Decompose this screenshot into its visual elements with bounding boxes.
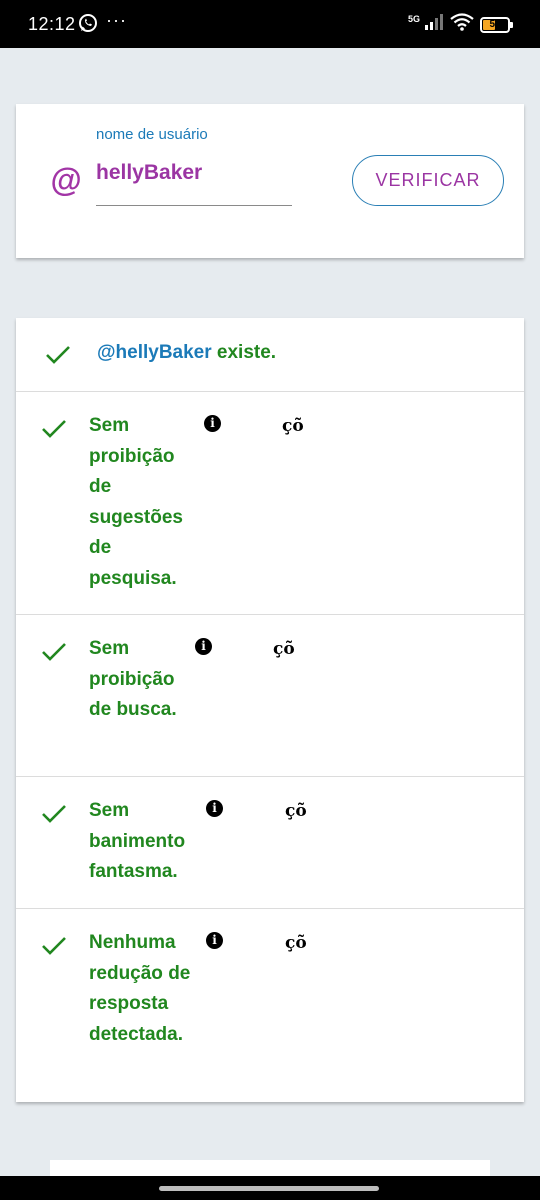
username-input[interactable]: hellyBaker (96, 161, 202, 185)
info-icon[interactable]: i (206, 800, 223, 817)
username-card: @ nome de usuário hellyBaker VERIFICAR (16, 104, 524, 258)
info-icon[interactable]: i (195, 638, 212, 655)
garbled-glyph: çõ (285, 801, 307, 821)
result-row-search-ban: Sem proibição de busca. i çõ (16, 614, 524, 777)
result-row-reply-deboost: Nenhuma redução de resposta detectada. i… (16, 908, 524, 1102)
result-text: Sem proibição de busca. (89, 638, 177, 720)
verify-button[interactable]: VERIFICAR (352, 155, 504, 206)
check-icon (46, 346, 70, 364)
at-icon: @ (50, 162, 82, 198)
result-text-exists: @hellyBaker existe. (97, 342, 277, 363)
check-icon (42, 420, 66, 438)
more-notifications-icon: ··· (106, 10, 127, 30)
result-text: Nenhuma redução de resposta detectada. (89, 932, 191, 1045)
check-icon (42, 643, 66, 661)
info-icon[interactable]: i (206, 932, 223, 949)
check-icon (42, 805, 66, 823)
signal-icon (424, 14, 444, 35)
info-icon[interactable]: i (204, 415, 221, 432)
result-text: Sem banimento fantasma. (89, 800, 186, 882)
whatsapp-icon (78, 13, 98, 38)
status-time: 12:12 (28, 14, 76, 34)
garbled-glyph: çõ (282, 416, 304, 436)
result-text: Sem proibição de sugestões de pesquisa. (89, 415, 183, 589)
result-row-exists: @hellyBaker existe. (16, 318, 524, 392)
battery-icon: 50 (480, 16, 513, 33)
results-card: @hellyBaker existe. Sem proibição de sug… (16, 318, 524, 1102)
navigation-bar (0, 1176, 540, 1200)
home-gesture-handle[interactable] (159, 1186, 379, 1191)
result-row-suggestion-ban: Sem proibição de sugestões de pesquisa. … (16, 391, 524, 615)
garbled-glyph: çõ (273, 639, 295, 659)
garbled-glyph: çõ (285, 933, 307, 953)
wifi-icon (450, 13, 474, 36)
status-bar: 12:12 ··· 5G 50 (0, 0, 540, 48)
result-row-ghost-ban: Sem banimento fantasma. i çõ (16, 776, 524, 909)
username-field-label: nome de usuário (96, 126, 208, 143)
check-icon (42, 937, 66, 955)
network-type: 5G (407, 14, 420, 24)
battery-level: 50 (489, 18, 501, 30)
username-link[interactable]: @hellyBaker (97, 342, 212, 363)
username-input-underline (96, 205, 292, 206)
